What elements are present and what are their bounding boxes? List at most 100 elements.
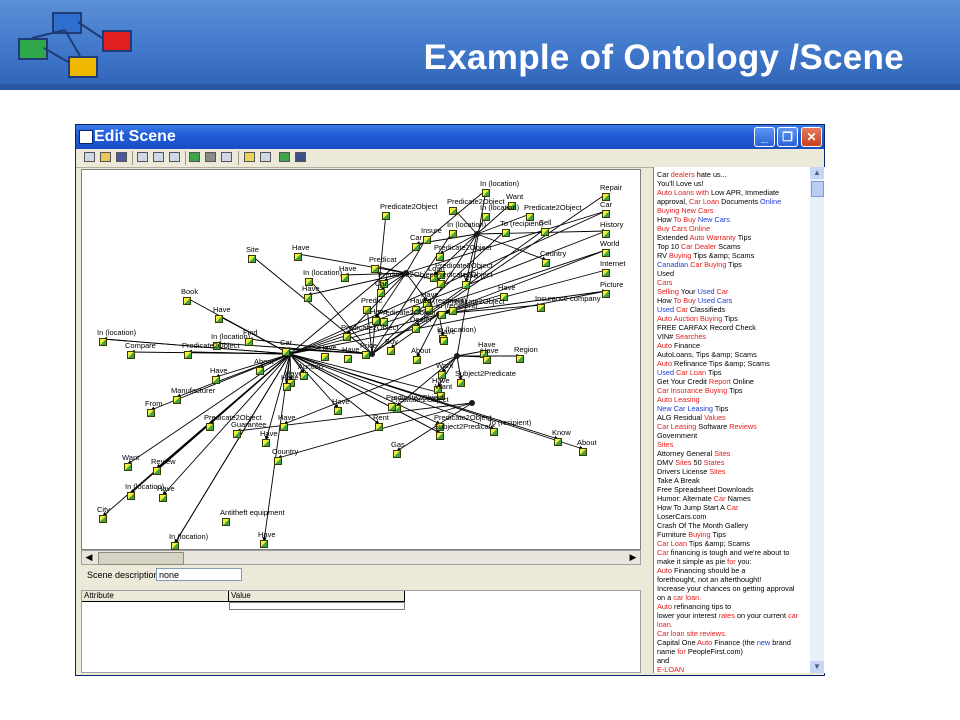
graph-node-icon[interactable]: [274, 457, 282, 465]
graph-node-label[interactable]: Want: [435, 382, 452, 391]
graph-node-label[interactable]: Predicate2Object: [435, 270, 493, 279]
text-segment[interactable]: Auto Auction Buying: [657, 314, 722, 323]
text-segment[interactable]: Car: [676, 305, 688, 314]
text-segment[interactable]: car loan.: [673, 593, 701, 602]
graph-node-label[interactable]: Have: [278, 413, 296, 422]
graph-node-label[interactable]: Have: [319, 343, 337, 352]
maximize-button[interactable]: ❐: [777, 127, 798, 147]
graph-node-label[interactable]: Predicat: [369, 255, 397, 264]
graph-node-icon[interactable]: [300, 372, 308, 380]
graph-node-label[interactable]: Have: [498, 283, 516, 292]
graph-node-label[interactable]: History: [600, 220, 623, 229]
graph-node-label[interactable]: From: [145, 399, 163, 408]
graph-node-label[interactable]: About: [254, 357, 274, 366]
graph-node-icon[interactable]: [579, 448, 587, 456]
graph-node-icon[interactable]: [282, 348, 290, 356]
text-segment[interactable]: New Cars: [698, 215, 730, 224]
graph-node-icon[interactable]: [436, 432, 444, 440]
graph-node-icon[interactable]: [438, 311, 446, 319]
graph-node-label[interactable]: Dealer: [410, 315, 432, 324]
save-icon[interactable]: [116, 152, 127, 162]
graph-node-label[interactable]: Have: [342, 345, 360, 354]
text-segment[interactable]: Report: [709, 377, 731, 386]
graph-node-icon[interactable]: [449, 307, 457, 315]
scroll-thumb[interactable]: [98, 552, 184, 565]
text-segment[interactable]: Used: [657, 305, 674, 314]
graph-node-label[interactable]: Antitheft equipment: [220, 508, 285, 517]
value-column-header[interactable]: Value: [229, 591, 405, 602]
graph-node-icon[interactable]: [171, 542, 179, 550]
graph-node-label[interactable]: Insurance company: [535, 294, 600, 303]
graph-node-icon[interactable]: [502, 229, 510, 237]
graph-node-label[interactable]: Guarantee: [231, 420, 266, 429]
text-segment[interactable]: Auto Loans with: [657, 188, 709, 197]
graph-node-label[interactable]: Car: [600, 200, 612, 209]
add-node-icon[interactable]: [189, 152, 200, 162]
graph-node-label[interactable]: Predicate2Object: [182, 341, 240, 350]
text-segment[interactable]: car: [788, 611, 798, 620]
graph-node-label[interactable]: In (location): [97, 328, 136, 337]
graph-node-label[interactable]: Have: [260, 429, 278, 438]
graph-node-icon[interactable]: [602, 249, 610, 257]
graph-node-icon[interactable]: [387, 347, 395, 355]
graph-node-label[interactable]: In (location): [169, 532, 208, 541]
graph-node-icon[interactable]: [412, 243, 420, 251]
text-segment[interactable]: Sites: [657, 440, 673, 449]
graph-node-icon[interactable]: [294, 253, 302, 261]
graph-node-label[interactable]: Predicate2Object: [341, 323, 399, 332]
graph-node-icon[interactable]: [305, 278, 313, 286]
graph-node-icon[interactable]: [173, 396, 181, 404]
scene-graph-canvas[interactable]: Repair Car History World Internet Picture In (…: [81, 169, 641, 550]
graph-node-label[interactable]: Have: [481, 346, 499, 355]
attribute-row-value[interactable]: [229, 602, 405, 610]
graph-node-icon[interactable]: [321, 353, 329, 361]
paste-icon[interactable]: [169, 152, 180, 162]
graph-node-icon[interactable]: [436, 253, 444, 261]
close-button[interactable]: ✕: [801, 127, 822, 147]
text-segment[interactable]: new: [757, 638, 770, 647]
graph-node-icon[interactable]: [382, 212, 390, 220]
graph-node-label[interactable]: Price: [360, 341, 377, 350]
graph-node-label[interactable]: Have: [438, 327, 456, 336]
graph-node-icon[interactable]: [280, 423, 288, 431]
graph-node-label[interactable]: Region: [514, 345, 538, 354]
scroll-up-icon[interactable]: ▲: [810, 167, 824, 179]
text-segment[interactable]: Auto: [657, 566, 672, 575]
graph-node-label[interactable]: Auction: [298, 362, 323, 371]
graph-node-label[interactable]: Predicate2Object: [434, 243, 492, 252]
graph-node-icon[interactable]: [440, 337, 448, 345]
graph-node-label[interactable]: Want: [436, 361, 453, 370]
graph-node-label[interactable]: Car: [375, 279, 387, 288]
text-segment[interactable]: Car: [714, 494, 726, 503]
text-segment[interactable]: Sites: [675, 458, 691, 467]
graph-node-icon[interactable]: [602, 230, 610, 238]
graph-node-label[interactable]: Insure: [421, 226, 442, 235]
graph-node-label[interactable]: Have: [213, 305, 231, 314]
new-icon[interactable]: [84, 152, 95, 162]
graph-node-label[interactable]: City: [97, 505, 110, 514]
graph-node-label[interactable]: Subject2Predicate: [434, 422, 495, 431]
window-titlebar[interactable]: Edit Scene _ ❐ ✕: [76, 125, 824, 149]
graph-node-label[interactable]: Review: [151, 457, 176, 466]
text-segment[interactable]: Auto: [697, 638, 712, 647]
graph-node-label[interactable]: Subject2Predicate: [455, 369, 516, 378]
graph-node-icon[interactable]: [554, 438, 562, 446]
graph-node-icon[interactable]: [602, 290, 610, 298]
graph-node-icon[interactable]: [334, 407, 342, 415]
check-icon[interactable]: [279, 152, 290, 162]
graph-node-label[interactable]: Predicate2Object: [434, 413, 492, 422]
text-segment[interactable]: Buy Cars Online: [657, 224, 710, 233]
graph-node-label[interactable]: Book: [181, 287, 198, 296]
graph-node-icon[interactable]: [283, 383, 291, 391]
graph-node-label[interactable]: In (location): [447, 220, 486, 229]
minimize-button[interactable]: _: [754, 127, 775, 147]
tree-icon[interactable]: [221, 152, 232, 162]
graph-node-icon[interactable]: [541, 228, 549, 236]
text-segment[interactable]: Auto Leasing: [657, 395, 700, 404]
graph-node-label[interactable]: Buy: [385, 337, 398, 346]
graph-node-icon[interactable]: [375, 423, 383, 431]
text-segment[interactable]: Sites: [714, 449, 730, 458]
text-segment[interactable]: Car Insurance Buying: [657, 386, 727, 395]
text-segment[interactable]: E-LOAN: [657, 665, 684, 673]
graph-node-label[interactable]: Country: [272, 447, 298, 456]
